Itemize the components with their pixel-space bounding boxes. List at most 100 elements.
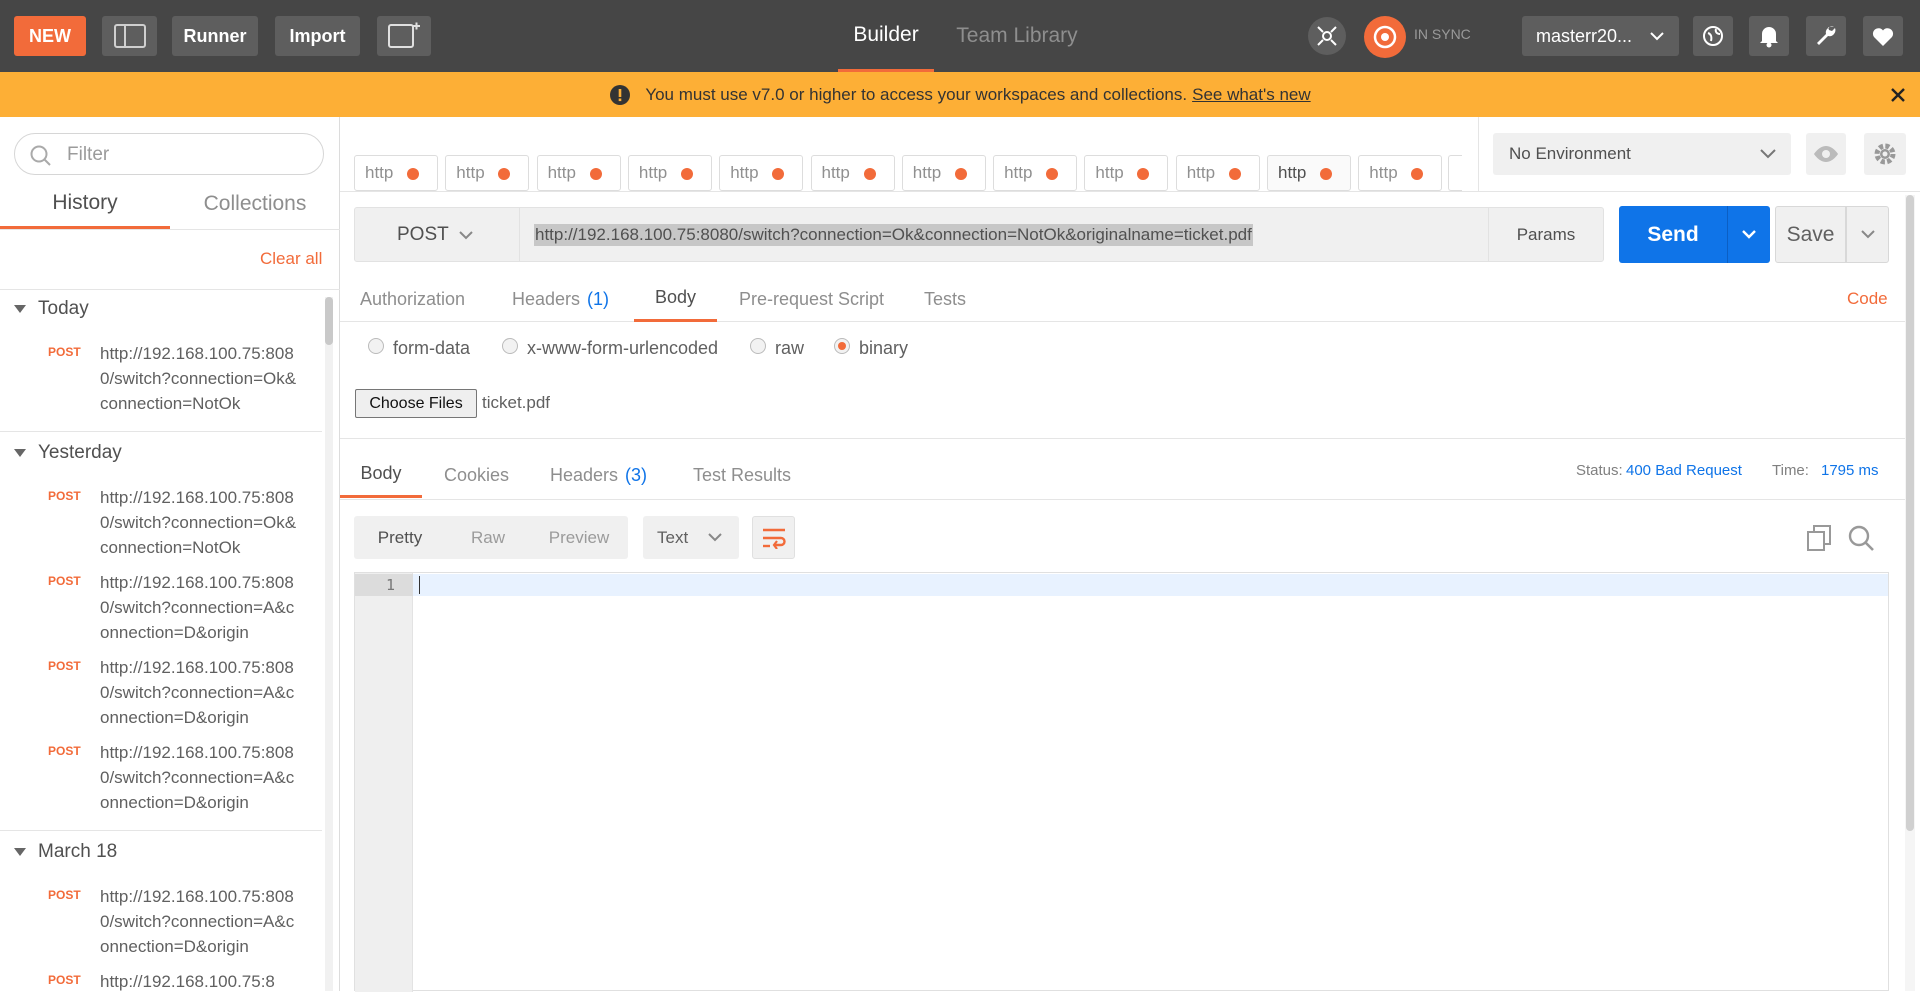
request-tab[interactable]: http [627,155,712,191]
response-tab-cookies[interactable]: Cookies [444,452,509,498]
history-item[interactable]: POST http://192.168.100.75:8080/switch?c… [0,884,322,964]
request-tab[interactable]: http [1084,155,1169,191]
request-tab[interactable]: http [536,155,621,191]
view-preview-button[interactable]: Preview [530,516,628,559]
save-button[interactable]: Save [1775,206,1846,263]
main-scroll-thumb[interactable] [1906,195,1914,831]
request-tab[interactable]: http [445,155,530,191]
sidebar-icon [113,24,146,48]
history-item[interactable]: POST http://192.168.100.75:8080/switch?c… [0,740,322,820]
history-item[interactable]: POST http://192.168.100.75:8080/switch?c… [0,341,322,421]
history-item[interactable]: POST http://192.168.100.75:8080/switch?c… [0,485,322,565]
response-editor[interactable]: 1 [354,572,1889,992]
interceptor-button[interactable] [1308,17,1346,55]
toggle-sidebar-button[interactable] [102,16,157,56]
request-tab[interactable]: http [993,155,1078,191]
request-tab[interactable]: http [719,155,804,191]
notifications-button[interactable] [1749,16,1789,56]
tab-body[interactable]: Body [634,276,717,322]
view-pretty-button[interactable]: Pretty [354,516,446,559]
tab-headers[interactable]: Headers (1) [512,276,609,322]
settings-button[interactable] [1806,16,1846,56]
request-tab[interactable]: http [1358,155,1443,191]
code-link[interactable]: Code [1847,276,1888,322]
radio-urlencoded[interactable] [502,338,518,358]
unsaved-dot-icon[interactable] [1137,168,1150,180]
search-icon[interactable] [1847,524,1875,552]
send-options-button[interactable] [1727,206,1770,263]
new-button[interactable]: NEW [14,16,86,56]
request-tab[interactable]: http [810,155,895,191]
radio-raw[interactable] [750,338,766,358]
response-headers-count: (3) [625,464,648,485]
unsaved-dot-icon[interactable] [863,168,876,180]
save-options-button[interactable] [1846,206,1889,263]
wrap-lines-button[interactable] [752,516,795,559]
params-button[interactable]: Params [1488,207,1604,262]
unsaved-dot-icon[interactable] [407,168,419,180]
unsaved-dot-icon[interactable] [589,168,602,180]
unsaved-dot-icon[interactable] [772,168,785,180]
environment-dropdown[interactable]: No Environment [1493,133,1791,175]
radio-binary[interactable] [834,338,850,358]
unsaved-dot-icon[interactable] [680,168,693,180]
tab-authorization[interactable]: Authorization [360,276,465,322]
new-window-button[interactable] [377,16,431,56]
workspace-dropdown[interactable]: masterr20... [1522,16,1679,56]
request-tab[interactable]: http [1267,155,1351,191]
history-item[interactable]: POST http://192.168.100.75:8080/switch?c… [0,655,322,735]
choose-files-button[interactable]: Choose Files [355,389,477,418]
radio-form-data[interactable] [368,338,384,358]
runner-button[interactable]: Runner [172,16,258,56]
response-tab-headers[interactable]: Headers (3) [550,452,647,498]
unsaved-dot-icon[interactable] [1046,168,1059,180]
sync-status-label: IN SYNC [1414,26,1471,42]
environment-quick-look-button[interactable] [1806,133,1846,175]
favorite-button[interactable] [1863,16,1903,56]
sidebar-scroll-thumb[interactable] [325,297,333,345]
browse-button[interactable] [1693,16,1733,56]
copy-icon[interactable] [1806,524,1832,552]
unsaved-dot-icon[interactable] [954,168,967,180]
history-group-yesterday[interactable]: Yesterday [0,431,322,475]
tab-tests[interactable]: Tests [924,276,966,322]
unsaved-dot-icon[interactable] [1320,168,1332,180]
send-button[interactable]: Send [1619,206,1727,263]
banner-link[interactable]: See what's new [1192,85,1311,105]
request-tab-overflow[interactable] [1448,155,1462,191]
headers-count: (1) [587,288,610,309]
clear-all-button[interactable]: Clear all [260,249,322,269]
format-dropdown[interactable]: Text [643,516,739,559]
history-item[interactable]: POST http://192.168.100.75:8 [0,969,322,991]
label-binary: binary [859,338,909,358]
main-scrollbar[interactable] [1905,195,1915,991]
method-label: POST [397,223,449,245]
history-group-march-18[interactable]: March 18 [0,830,322,874]
unsaved-dot-icon[interactable] [498,168,511,180]
sync-status-button[interactable] [1364,16,1406,58]
response-tab-body[interactable]: Body [340,452,422,498]
url-input[interactable]: http://192.168.100.75:8080/switch?connec… [520,207,1488,262]
tab-builder[interactable]: Builder [838,0,934,72]
close-icon[interactable] [1890,87,1906,103]
import-button[interactable]: Import [275,16,360,56]
request-tab[interactable]: http [354,155,438,191]
section-divider [340,438,1905,439]
request-tab[interactable]: http [1175,155,1260,191]
response-tab-test-results[interactable]: Test Results [693,452,791,498]
unsaved-dot-icon[interactable] [1228,168,1241,180]
manage-environments-button[interactable] [1864,133,1906,175]
chevron-down-icon [1650,32,1664,41]
request-tab[interactable]: http [901,155,986,191]
filter-input[interactable]: Filter [14,133,324,175]
tab-collections[interactable]: Collections [170,179,340,229]
tab-team-library[interactable]: Team Library [952,0,1082,72]
history-group-today[interactable]: Today [0,287,322,331]
tab-history[interactable]: History [0,179,170,229]
sidebar-scrollbar[interactable] [325,297,333,991]
view-raw-button[interactable]: Raw [446,516,530,559]
tab-prerequest-script[interactable]: Pre-request Script [739,276,884,322]
method-select[interactable]: POST [354,207,520,262]
unsaved-dot-icon[interactable] [1411,168,1424,180]
history-item[interactable]: POST http://192.168.100.75:8080/switch?c… [0,570,322,650]
